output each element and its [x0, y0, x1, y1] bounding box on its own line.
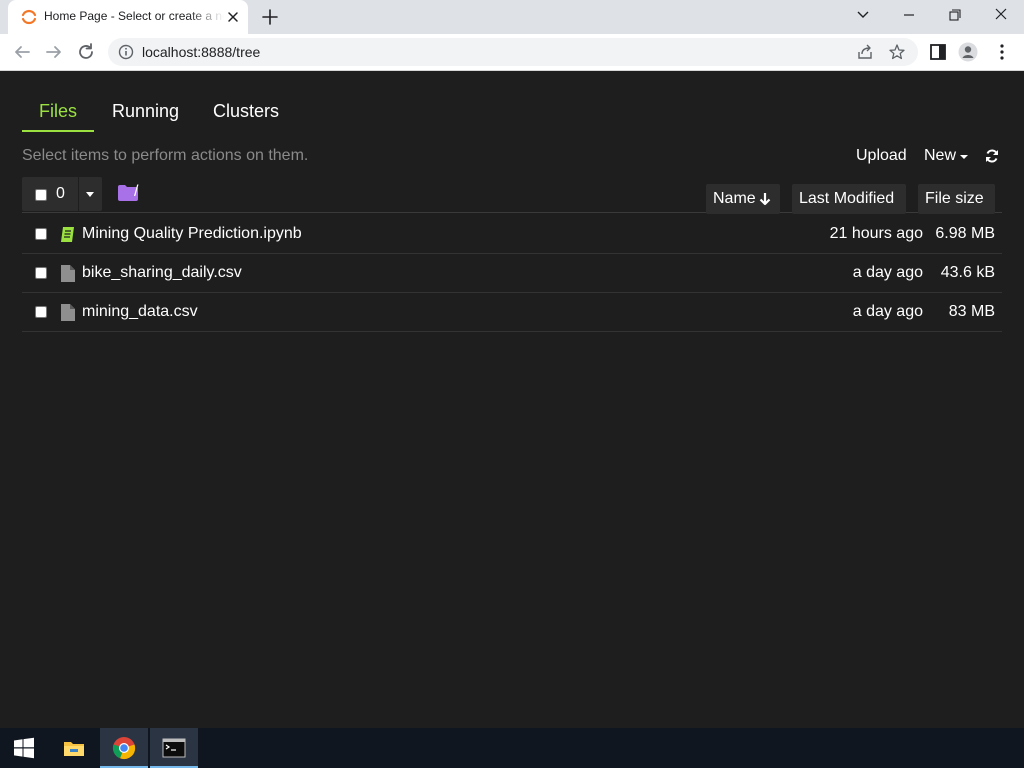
tab-search-chevron-icon[interactable] — [850, 4, 876, 26]
file-name-link[interactable]: bike_sharing_daily.csv — [82, 264, 242, 282]
start-button[interactable] — [0, 728, 48, 768]
file-size: 83 MB — [948, 303, 995, 320]
file-list-header: 0 / Name Last Modified File size — [22, 177, 1002, 214]
browser-toolbar: localhost:8888/tree — [0, 34, 1024, 71]
tab-clusters[interactable]: Clusters — [196, 99, 296, 132]
browser-tabstrip: Home Page - Select or create a notebook — [0, 0, 1024, 34]
side-panel-icon[interactable] — [928, 42, 948, 62]
select-all-dropdown[interactable]: 0 — [22, 177, 102, 211]
browser-tab-home[interactable]: Home Page - Select or create a notebook — [8, 0, 248, 34]
site-info-icon[interactable] — [118, 44, 134, 60]
new-button-label: New — [924, 147, 957, 164]
file-modified: a day ago — [852, 303, 923, 320]
file-size: 6.98 MB — [935, 225, 995, 242]
minimize-icon[interactable] — [896, 4, 922, 26]
back-arrow-icon[interactable] — [10, 40, 34, 64]
taskbar-chrome[interactable] — [100, 728, 148, 768]
url-text[interactable]: localhost:8888/tree — [142, 44, 260, 60]
row-checkbox[interactable] — [35, 306, 47, 318]
profile-avatar-icon[interactable] — [958, 42, 978, 62]
file-explorer-icon — [64, 742, 84, 756]
taskbar-terminal[interactable] — [150, 728, 198, 768]
breadcrumb-path[interactable]: / — [134, 183, 138, 201]
forward-arrow-icon[interactable] — [42, 40, 66, 64]
notebook-icon — [61, 227, 74, 242]
selection-hint: Select items to perform actions on them. — [22, 147, 309, 164]
taskbar-file-explorer[interactable] — [50, 728, 98, 768]
file-modified: a day ago — [852, 264, 923, 281]
jupyter-tree-page: Files Running Clusters Select items to p… — [0, 71, 1024, 728]
address-bar[interactable]: localhost:8888/tree — [108, 38, 918, 66]
start-icon — [14, 737, 34, 759]
bookmark-star-icon[interactable] — [888, 43, 906, 61]
select-all-checkbox[interactable] — [35, 189, 47, 201]
sort-by-modified-button[interactable]: Last Modified — [792, 184, 906, 214]
tab-running[interactable]: Running — [95, 99, 196, 132]
file-row-csv[interactable]: mining_data.csv a day ago 83 MB — [22, 293, 1002, 332]
file-row-notebook[interactable]: Mining Quality Prediction.ipynb 21 hours… — [22, 215, 1002, 254]
arrow-down-icon — [759, 192, 770, 205]
restore-icon[interactable] — [942, 4, 968, 26]
file-size: 43.6 kB — [940, 264, 995, 281]
close-tab-icon[interactable] — [224, 8, 242, 26]
sort-by-size-button[interactable]: File size — [918, 184, 995, 214]
tab-files[interactable]: Files — [22, 99, 95, 132]
dropdown-divider — [78, 177, 79, 211]
row-checkbox[interactable] — [35, 267, 47, 279]
browser-tab-title: Home Page - Select or create a notebook — [44, 9, 224, 23]
terminal-icon — [162, 738, 186, 758]
file-name-link[interactable]: mining_data.csv — [82, 303, 198, 321]
close-window-icon[interactable] — [988, 4, 1014, 26]
row-checkbox[interactable] — [35, 228, 47, 240]
file-icon — [61, 265, 75, 282]
caret-down-icon[interactable] — [86, 192, 94, 197]
new-tab-icon[interactable] — [258, 6, 282, 28]
caret-down-icon — [960, 155, 969, 159]
file-modified: 21 hours ago — [829, 225, 923, 242]
jupyter-favicon-icon — [21, 9, 37, 25]
sort-name-label: Name — [713, 190, 756, 207]
windows-taskbar — [0, 728, 1024, 768]
file-name-link[interactable]: Mining Quality Prediction.ipynb — [82, 225, 302, 243]
sort-by-name-button[interactable]: Name — [706, 184, 780, 214]
browser-menu-icon[interactable] — [992, 42, 1012, 62]
new-dropdown-button[interactable]: New — [924, 147, 969, 165]
upload-button[interactable]: Upload — [856, 147, 907, 165]
chrome-icon — [112, 737, 136, 760]
file-row-csv[interactable]: bike_sharing_daily.csv a day ago 43.6 kB — [22, 254, 1002, 293]
selected-count: 0 — [56, 185, 65, 202]
file-icon — [61, 304, 75, 321]
reload-icon[interactable] — [74, 40, 98, 64]
share-icon[interactable] — [856, 43, 874, 61]
refresh-icon[interactable] — [984, 148, 1000, 164]
